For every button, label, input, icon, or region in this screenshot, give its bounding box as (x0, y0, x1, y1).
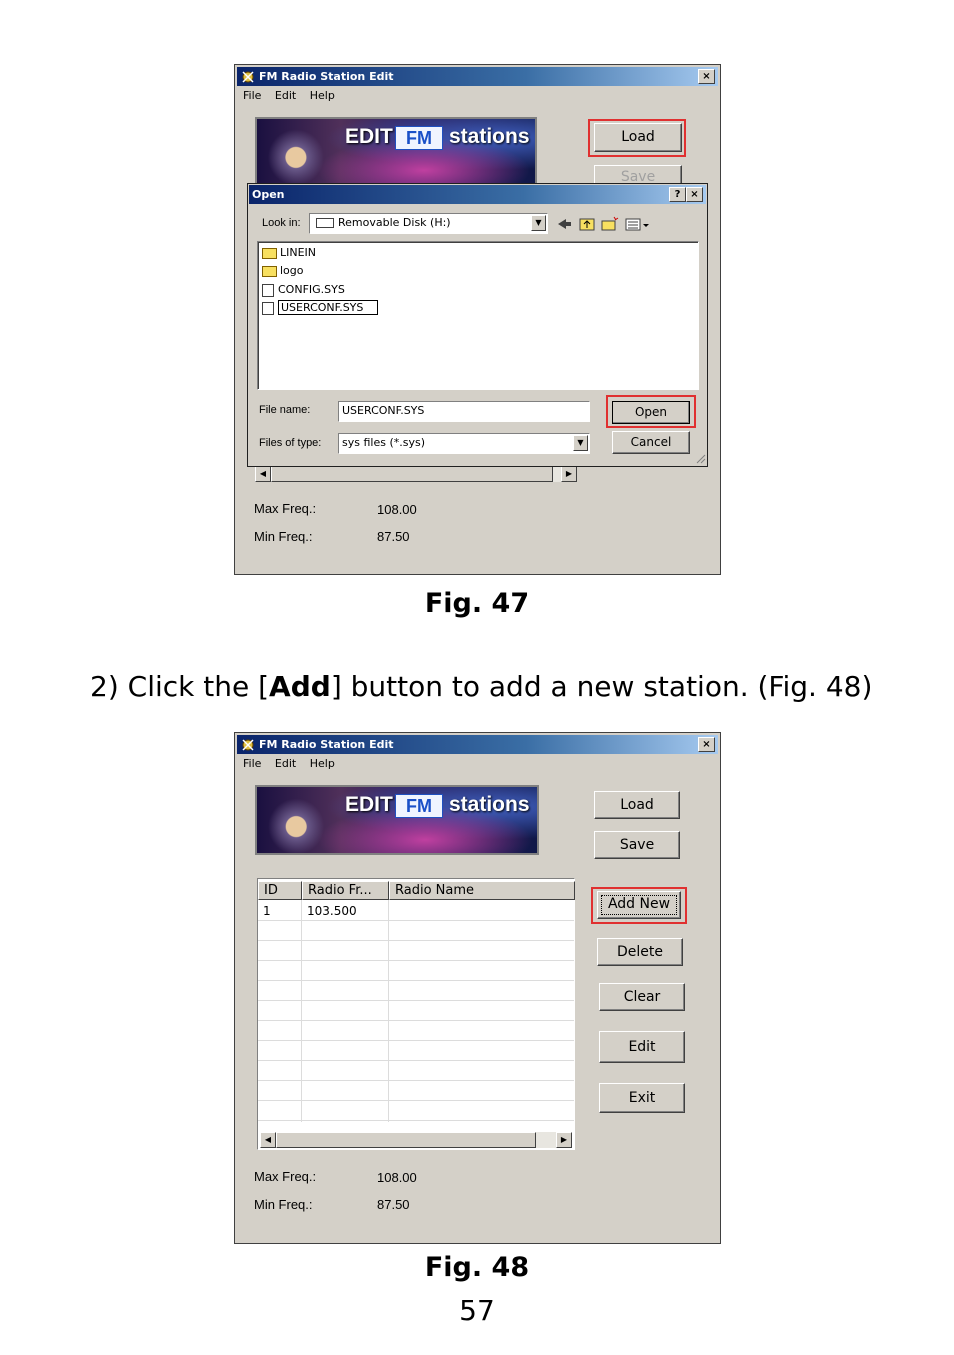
open-highlight (606, 395, 696, 428)
figure-caption: Fig. 48 (424, 1252, 530, 1283)
banner-fm-logo: FM (395, 126, 443, 150)
column-divider (301, 900, 302, 1122)
column-divider (388, 900, 389, 1122)
max-freq-value: 108.00 (377, 1170, 417, 1185)
menu-edit[interactable]: Edit (275, 89, 296, 102)
resize-grip-icon[interactable] (694, 452, 706, 464)
menu-bar: File Edit Help (243, 757, 345, 770)
files-of-type-value: sys files (*.sys) (342, 436, 425, 449)
list-hscroll[interactable]: ◀ ▶ (255, 466, 577, 482)
files-of-type-label: Files of type: (259, 437, 322, 449)
app-icon (242, 71, 254, 83)
folder-icon (262, 247, 277, 259)
drive-icon (316, 218, 334, 228)
page-number: 57 (459, 1294, 495, 1327)
exit-button[interactable]: Exit (599, 1083, 685, 1113)
open-dialog-title-bar: Open ? × (249, 185, 706, 204)
edit-fm-stations-banner: EDIT FM stations (255, 785, 539, 855)
cancel-button[interactable]: Cancel (612, 431, 690, 454)
cell-frequency: 103.500 (307, 904, 357, 918)
title-bar: FM Radio Station Edit × (237, 67, 718, 86)
new-folder-icon (601, 216, 619, 231)
menu-bar: File Edit Help (243, 89, 345, 102)
file-name-label: File name: (259, 404, 311, 416)
clear-button[interactable]: Clear (599, 983, 685, 1011)
app-icon (242, 739, 254, 751)
open-dialog: Open ? × Look in: Removable Disk (H:) ▼ … (247, 183, 708, 467)
delete-button[interactable]: Delete (597, 938, 683, 966)
scroll-thumb[interactable] (271, 466, 553, 482)
banner-stations-text: stations (449, 793, 530, 816)
open-dialog-title: Open (252, 188, 285, 201)
file-name-field[interactable]: USERCONF.SYS (338, 401, 590, 422)
load-button[interactable]: Load (594, 791, 680, 819)
instruction-text: 2) Click the [Add] button to add a new s… (90, 670, 873, 703)
list-item-selected[interactable]: USERCONF.SYS (262, 300, 379, 316)
help-button[interactable]: ? (669, 187, 686, 202)
view-menu-icon (625, 218, 649, 231)
max-freq-value: 108.00 (377, 502, 417, 517)
banner-fm-logo: FM (395, 794, 443, 818)
look-in-label: Look in: (262, 217, 301, 229)
banner-edit-text: EDIT (345, 793, 393, 816)
max-freq-label: Max Freq.: (254, 501, 317, 516)
chevron-down-icon[interactable]: ▼ (531, 215, 546, 231)
file-icon (262, 283, 274, 297)
window-title: FM Radio Station Edit (259, 738, 394, 751)
close-button[interactable]: × (698, 737, 715, 752)
menu-edit[interactable]: Edit (275, 757, 296, 770)
close-button[interactable]: × (686, 187, 703, 202)
station-list-table[interactable]: ID Radio Fr... Radio Name 1 103.500 ◀ ▶ (257, 878, 575, 1150)
column-header-radio-name[interactable]: Radio Name (389, 881, 575, 900)
files-of-type-combo[interactable]: sys files (*.sys) ▼ (338, 433, 590, 454)
scroll-left-icon[interactable]: ◀ (260, 1132, 276, 1148)
menu-help[interactable]: Help (310, 757, 335, 770)
menu-file[interactable]: File (243, 757, 261, 770)
scroll-left-icon[interactable]: ◀ (255, 466, 271, 482)
min-freq-label: Min Freq.: (254, 529, 313, 544)
add-new-highlight (591, 887, 687, 924)
menu-help[interactable]: Help (310, 89, 335, 102)
edit-fm-stations-banner: EDIT FM stations (255, 117, 537, 185)
up-folder-icon (579, 218, 595, 231)
scroll-right-icon[interactable]: ▶ (556, 1132, 572, 1148)
table-hscroll[interactable]: ◀ ▶ (260, 1132, 572, 1148)
chevron-down-icon[interactable]: ▼ (573, 435, 588, 451)
look-in-value: Removable Disk (H:) (338, 216, 451, 229)
list-item[interactable]: LINEIN (262, 245, 316, 261)
toolbar-icons (558, 216, 649, 231)
close-button[interactable]: × (698, 69, 715, 84)
list-item[interactable]: logo (262, 263, 304, 279)
edit-button[interactable]: Edit (599, 1031, 685, 1063)
column-header-id[interactable]: ID (258, 881, 302, 900)
file-icon (262, 301, 274, 315)
column-header-frequency[interactable]: Radio Fr... (302, 881, 389, 900)
scroll-right-icon[interactable]: ▶ (561, 466, 577, 482)
back-arrow-icon (558, 219, 571, 229)
title-bar: FM Radio Station Edit × (237, 735, 718, 754)
list-item[interactable]: CONFIG.SYS (262, 282, 345, 298)
min-freq-label: Min Freq.: (254, 1197, 313, 1212)
scroll-thumb[interactable] (276, 1132, 536, 1148)
max-freq-label: Max Freq.: (254, 1169, 317, 1184)
window-title: FM Radio Station Edit (259, 70, 394, 83)
folder-icon (262, 265, 277, 277)
save-button[interactable]: Save (594, 831, 680, 859)
banner-edit-text: EDIT (345, 125, 393, 148)
figure-caption: Fig. 47 (424, 588, 530, 619)
look-in-combo[interactable]: Removable Disk (H:) ▼ (309, 213, 548, 234)
min-freq-value: 87.50 (377, 529, 410, 544)
menu-file[interactable]: File (243, 89, 261, 102)
file-list[interactable]: LINEIN logo CONFIG.SYS USERCONF.SYS (257, 241, 699, 390)
min-freq-value: 87.50 (377, 1197, 410, 1212)
cell-id: 1 (263, 904, 271, 918)
banner-stations-text: stations (449, 125, 530, 148)
load-highlight (588, 119, 686, 157)
